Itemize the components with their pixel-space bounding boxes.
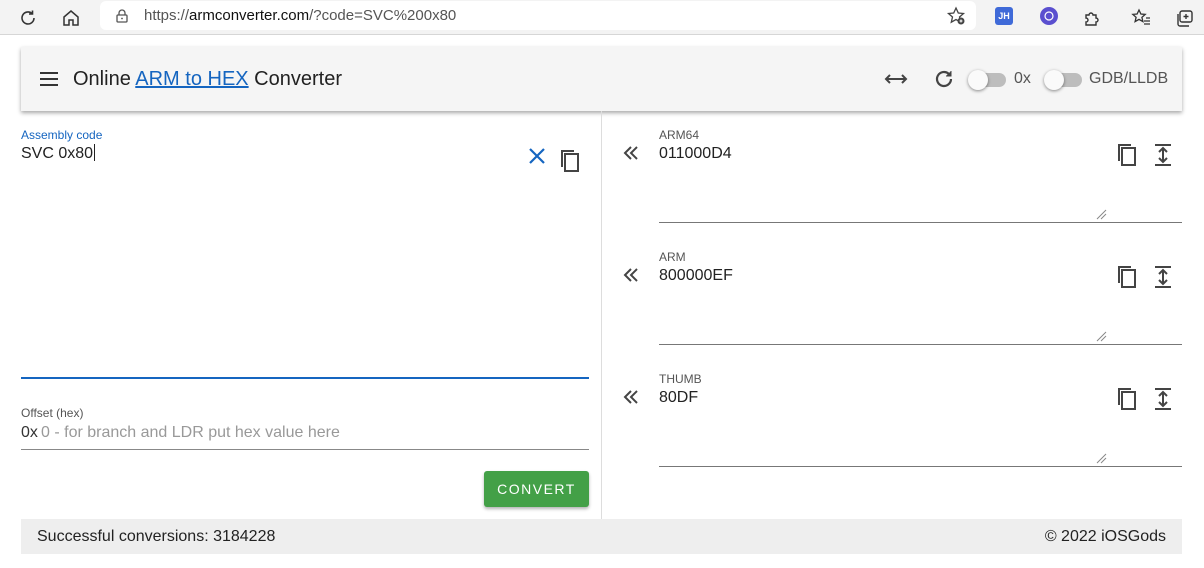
copy-icon[interactable]	[1115, 386, 1139, 412]
resize-handle-icon[interactable]	[1095, 207, 1107, 220]
refresh-icon[interactable]	[930, 65, 958, 93]
reload-icon[interactable]	[15, 5, 41, 31]
output-underline	[659, 222, 1182, 223]
offset-prefix: 0x	[21, 424, 38, 441]
chevron-left-double-icon[interactable]	[621, 143, 641, 163]
page-title: Online ARM to HEX Converter	[73, 68, 342, 90]
output-arm64: ARM64 011000D4	[601, 127, 1204, 249]
gdb-lldb-toggle[interactable]	[1044, 69, 1082, 90]
output-value[interactable]: 800000EF	[659, 267, 733, 285]
title-link[interactable]: ARM to HEX	[135, 68, 248, 90]
output-value[interactable]: 011000D4	[659, 145, 732, 163]
output-underline	[659, 344, 1182, 345]
assembly-label: Assembly code	[21, 128, 103, 142]
home-icon[interactable]	[58, 5, 84, 31]
chevron-left-double-icon[interactable]	[621, 387, 641, 407]
expand-vertical-icon[interactable]	[1151, 264, 1175, 290]
expand-vertical-icon[interactable]	[1151, 142, 1175, 168]
assembly-underline	[21, 377, 589, 379]
puzzle-icon[interactable]	[1079, 5, 1105, 31]
url-text: https://armconverter.com/?code=SVC%200x8…	[144, 7, 457, 24]
output-label: THUMB	[659, 372, 702, 386]
app-header: Online ARM to HEX Converter 0x GDB/LLDB	[21, 47, 1182, 111]
copyright: © 2022 iOSGods	[1044, 528, 1166, 545]
resize-handle-icon[interactable]	[1095, 329, 1107, 342]
output-value[interactable]: 80DF	[659, 389, 698, 407]
assembly-input[interactable]: SVC 0x80	[21, 144, 96, 163]
extension-jh-icon[interactable]: JH	[995, 7, 1013, 25]
swap-direction-icon[interactable]	[882, 65, 910, 93]
extension-vpn-icon[interactable]	[1040, 7, 1058, 25]
lock-icon[interactable]	[109, 3, 135, 29]
collections-icon[interactable]	[1172, 5, 1198, 31]
hex-prefix-toggle[interactable]	[968, 69, 1006, 90]
copy-icon[interactable]	[1115, 264, 1139, 290]
output-underline	[659, 466, 1182, 467]
conversion-count: Successful conversions: 3184228	[37, 528, 276, 545]
chevron-left-double-icon[interactable]	[621, 265, 641, 285]
output-label: ARM64	[659, 128, 700, 142]
footer: Successful conversions: 3184228 © 2022 i…	[21, 519, 1182, 554]
menu-icon[interactable]	[38, 67, 60, 91]
gdb-lldb-label: GDB/LLDB	[1089, 70, 1169, 87]
browser-toolbar: https://armconverter.com/?code=SVC%200x8…	[0, 0, 1204, 35]
offset-underline	[21, 449, 589, 450]
copy-icon[interactable]	[558, 148, 582, 174]
copy-icon[interactable]	[1115, 142, 1139, 168]
offset-input[interactable]	[41, 422, 581, 444]
output-label: ARM	[659, 250, 686, 264]
favorite-add-icon[interactable]	[943, 3, 969, 29]
output-arm: ARM 800000EF	[601, 249, 1204, 371]
offset-label: Offset (hex)	[21, 406, 84, 420]
address-bar[interactable]: https://armconverter.com/?code=SVC%200x8…	[100, 1, 976, 30]
hex-prefix-label: 0x	[1014, 70, 1031, 87]
convert-button[interactable]: CONVERT	[484, 471, 589, 507]
output-thumb: THUMB 80DF	[601, 371, 1204, 493]
resize-handle-icon[interactable]	[1095, 451, 1107, 464]
clear-icon[interactable]	[526, 145, 548, 167]
favorites-icon[interactable]	[1128, 5, 1154, 31]
expand-vertical-icon[interactable]	[1151, 386, 1175, 412]
